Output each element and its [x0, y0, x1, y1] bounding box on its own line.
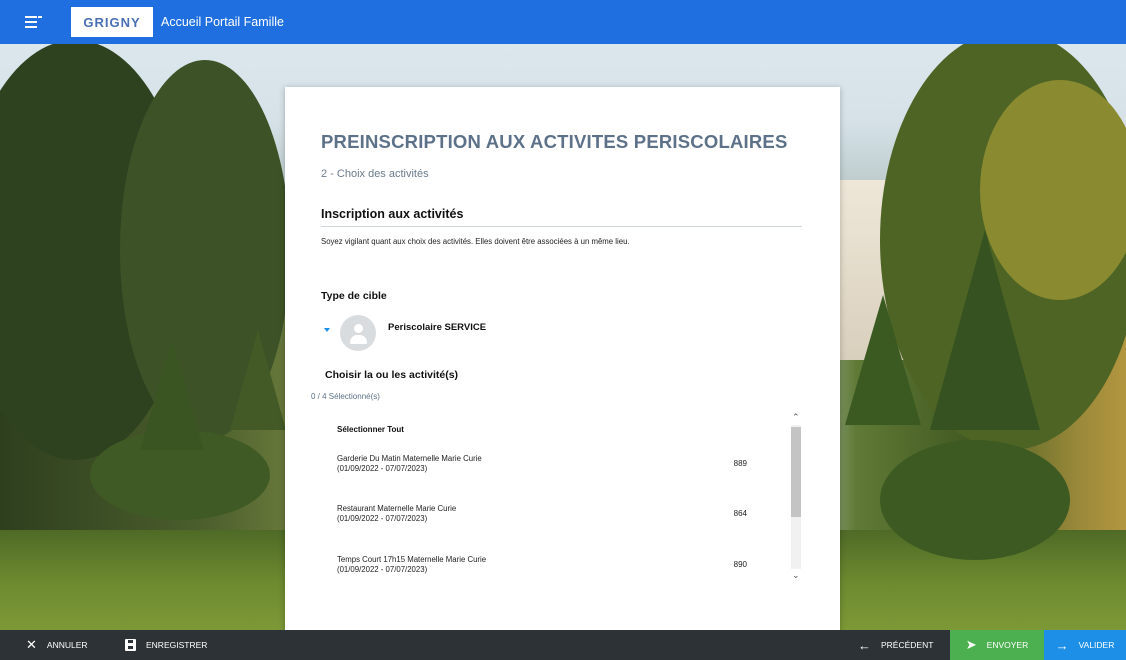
- activity-name: Restaurant Maternelle Marie Curie: [337, 504, 457, 513]
- logo-text: GRIGNY: [83, 14, 141, 30]
- arrow-right-icon: →: [1055, 637, 1069, 653]
- list-item[interactable]: Garderie Du Matin Maternelle Marie Curie…: [337, 454, 747, 473]
- form-card: PREINSCRIPTION AUX ACTIVITES PERISCOLAIR…: [285, 87, 840, 632]
- chevron-down-icon[interactable]: [324, 328, 330, 332]
- service-name: Periscolaire SERVICE: [388, 322, 487, 333]
- activity-list[interactable]: Sélectionner Tout Garderie Du Matin Mate…: [325, 411, 803, 583]
- select-all-button[interactable]: Sélectionner Tout: [337, 425, 404, 434]
- form-title: PREINSCRIPTION AUX ACTIVITES PERISCOLAIR…: [321, 131, 788, 152]
- activity-code: 864: [733, 509, 747, 518]
- send-icon: ➤: [965, 637, 977, 652]
- notice-text: Soyez vigilant quant aux choix des activ…: [321, 237, 630, 246]
- scrollbar-thumb[interactable]: [791, 427, 801, 517]
- bottom-bar: ✕ ANNULER ENREGISTRER ← PRÉCÉDENT ➤ ENVO…: [0, 630, 1126, 660]
- activity-code: 889: [733, 459, 747, 468]
- list-item[interactable]: Temps Court 17h15 Maternelle Marie Curie…: [337, 555, 747, 574]
- cancel-button[interactable]: ✕ ANNULER: [26, 630, 88, 660]
- scroll-up-icon[interactable]: ⌃: [792, 413, 800, 422]
- step-label: 2 - Choix des activités: [321, 168, 429, 180]
- choose-activities-label: Choisir la ou les activité(s): [325, 369, 459, 381]
- scrollbar[interactable]: ⌃ ⌄: [789, 411, 803, 583]
- previous-button[interactable]: ← PRÉCÉDENT: [858, 630, 933, 660]
- target-type-label: Type de cible: [321, 290, 387, 302]
- activity-dates: (01/09/2022 - 07/07/2023): [337, 513, 428, 523]
- selected-count: 0 / 4 Sélectionné(s): [311, 392, 380, 401]
- arrow-left-icon: ←: [858, 637, 871, 653]
- activity-name: Garderie Du Matin Maternelle Marie Curie: [337, 454, 482, 463]
- activity-dates: (01/09/2022 - 07/07/2023): [337, 564, 428, 574]
- save-button[interactable]: ENREGISTRER: [125, 630, 207, 660]
- activity-name: Temps Court 17h15 Maternelle Marie Curie: [337, 555, 487, 564]
- activity-dates: (01/09/2022 - 07/07/2023): [337, 463, 428, 473]
- logo[interactable]: GRIGNY: [71, 7, 153, 37]
- divider: [321, 226, 802, 227]
- scroll-down-icon[interactable]: ⌄: [792, 571, 800, 580]
- person-icon: [340, 315, 376, 351]
- page-title: Accueil Portail Famille: [161, 15, 284, 29]
- top-bar: GRIGNY Accueil Portail Famille: [0, 0, 1126, 44]
- validate-button[interactable]: → VALIDER: [1044, 630, 1126, 660]
- menu-icon[interactable]: [22, 10, 46, 34]
- activity-code: 890: [733, 560, 747, 569]
- section-title: Inscription aux activités: [321, 207, 464, 221]
- close-icon: ✕: [26, 637, 37, 652]
- save-icon: [125, 639, 136, 651]
- send-button[interactable]: ➤ ENVOYER: [950, 630, 1044, 660]
- list-item[interactable]: Restaurant Maternelle Marie Curie (01/09…: [337, 504, 747, 523]
